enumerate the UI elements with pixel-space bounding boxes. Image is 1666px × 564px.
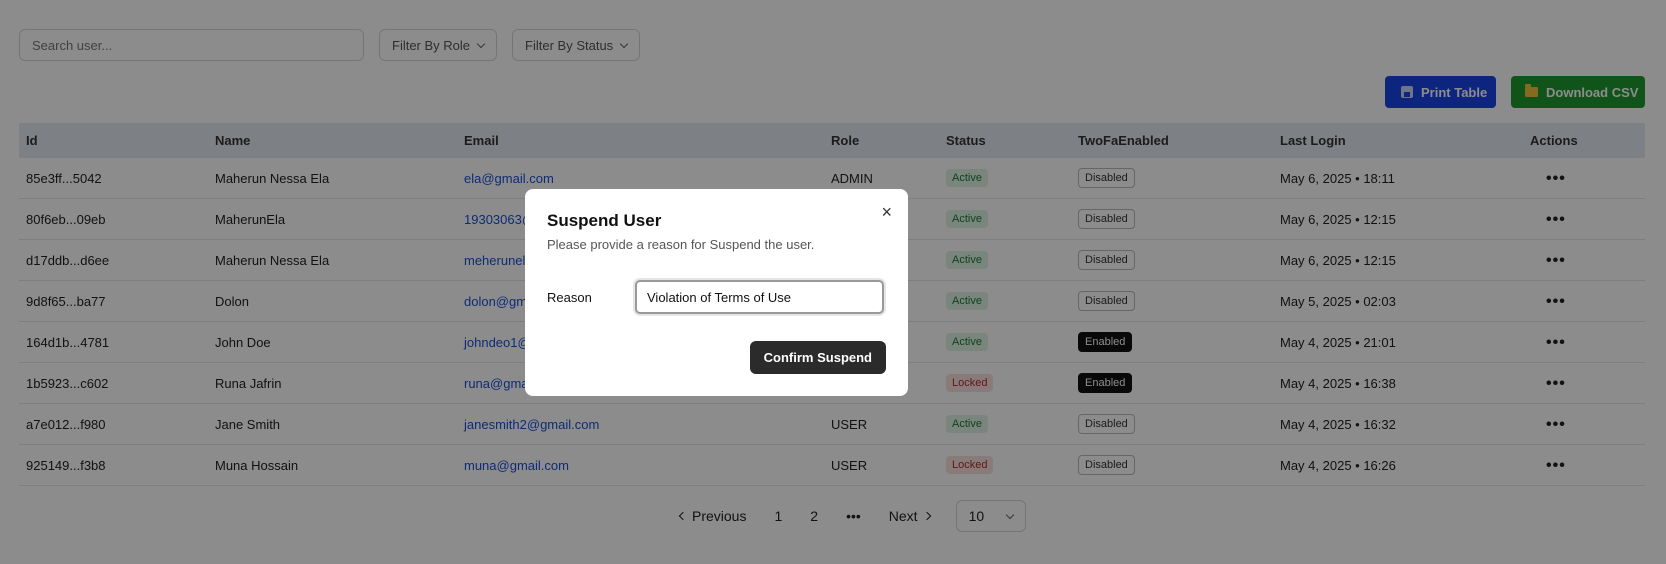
close-icon[interactable]: ×	[881, 202, 892, 223]
confirm-suspend-button[interactable]: Confirm Suspend	[749, 341, 886, 374]
dialog-description: Please provide a reason for Suspend the …	[547, 237, 815, 252]
suspend-user-dialog: Suspend User Please provide a reason for…	[525, 189, 908, 396]
dialog-title: Suspend User	[547, 211, 662, 230]
reason-input[interactable]	[635, 280, 884, 314]
reason-row: Reason	[547, 280, 886, 314]
reason-label: Reason	[547, 289, 592, 305]
